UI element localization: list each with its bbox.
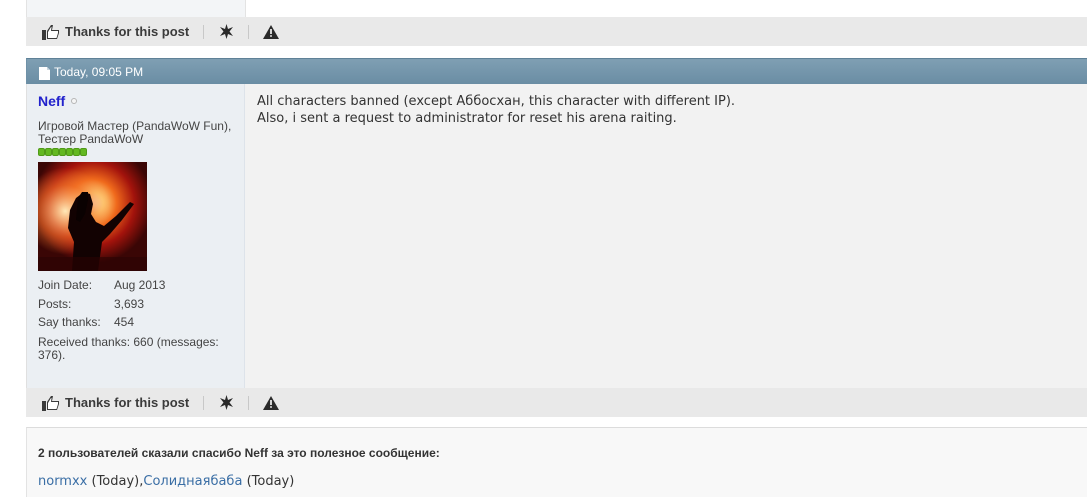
thanks-title: 2 пользователей сказали спасибо Neff за … — [38, 446, 440, 460]
message-line: All characters banned (except Аббосхан, … — [257, 94, 736, 109]
offline-status-icon — [71, 98, 78, 104]
thanks-button[interactable]: Thanks for this post — [42, 22, 189, 42]
footer-separator — [203, 24, 205, 39]
reputation-dot-icon — [66, 148, 73, 156]
thanks-user-link[interactable]: normxx — [38, 474, 87, 489]
footer-separator — [248, 24, 250, 39]
star-burst-icon[interactable] — [218, 24, 234, 40]
user-info-panel: Neff Игровой Мастер (PandaWoW Fun), Тест… — [27, 84, 245, 388]
post-message: All characters banned (except Аббосхан, … — [257, 93, 735, 127]
stat-join-date: Join Date: Aug 2013 — [38, 276, 238, 295]
stat-posts: Posts: 3,693 — [38, 295, 238, 314]
stat-label: Say thanks: — [38, 315, 101, 330]
user-stats: Join Date: Aug 2013 Posts: 3,693 Say tha… — [38, 276, 238, 362]
thanks-user-list: normxx (Today),Солиднаябаба (Today) — [38, 474, 295, 489]
post-spacer — [26, 417, 1087, 427]
warning-triangle-icon[interactable] — [263, 24, 280, 40]
post-header: Today, 09:05 PM — [26, 58, 1087, 84]
reputation-dot-icon — [73, 148, 80, 156]
thanks-label: Thanks for this post — [65, 395, 190, 410]
page-gutter — [0, 0, 26, 497]
footer-separator — [203, 395, 205, 410]
reputation-dot-icon — [52, 148, 59, 156]
thanks-user-link[interactable]: Солиднаябаба — [143, 474, 242, 489]
post-footer: Thanks for this post — [26, 388, 1087, 417]
thanks-user-time: (Today) — [91, 474, 140, 489]
reputation-dot-icon — [45, 148, 52, 156]
previous-post-remnant — [26, 0, 1087, 17]
document-icon — [39, 65, 50, 80]
stat-value: Aug 2013 — [114, 278, 166, 293]
post-spacer — [26, 46, 1087, 58]
avatar[interactable] — [38, 162, 147, 271]
star-burst-icon[interactable] — [218, 395, 234, 411]
previous-post-userinfo — [27, 0, 245, 17]
reputation-dot-icon — [38, 148, 45, 156]
reputation-dot-icon — [59, 148, 66, 156]
username-row: Neff — [38, 93, 78, 109]
stat-label: Join Date: — [38, 278, 93, 293]
reputation-bar — [38, 148, 87, 156]
footer-separator — [248, 395, 250, 410]
username-link[interactable]: Neff — [38, 93, 65, 109]
post-body: Neff Игровой Мастер (PandaWoW Fun), Тест… — [26, 84, 1087, 388]
thanks-box: 2 пользователей сказали спасибо Neff за … — [26, 427, 1087, 497]
previous-post-footer: Thanks for this post — [26, 17, 1087, 46]
stat-received-thanks: Received thanks: 660 (messages: 376). — [38, 334, 219, 362]
thanks-user-time: (Today) — [246, 474, 295, 489]
stat-value: 454 — [114, 315, 135, 330]
post-date: Today, 09:05 PM — [54, 64, 144, 79]
stat-say-thanks: Say thanks: 454 — [38, 313, 238, 332]
thumbs-up-icon — [42, 395, 60, 411]
stat-label: Posts: — [38, 296, 72, 311]
user-title: Игровой Мастер (PandaWoW Fun), Тестер Pa… — [38, 119, 232, 146]
thanks-label: Thanks for this post — [65, 24, 190, 39]
thumbs-up-icon — [42, 24, 60, 40]
warning-triangle-icon[interactable] — [263, 395, 280, 411]
message-line: Also, i sent a request to administrator … — [257, 111, 677, 126]
thanks-button[interactable]: Thanks for this post — [42, 393, 189, 413]
stat-value: 3,693 — [114, 296, 145, 311]
reputation-dot-icon — [80, 148, 87, 156]
previous-post-divider — [245, 0, 246, 17]
